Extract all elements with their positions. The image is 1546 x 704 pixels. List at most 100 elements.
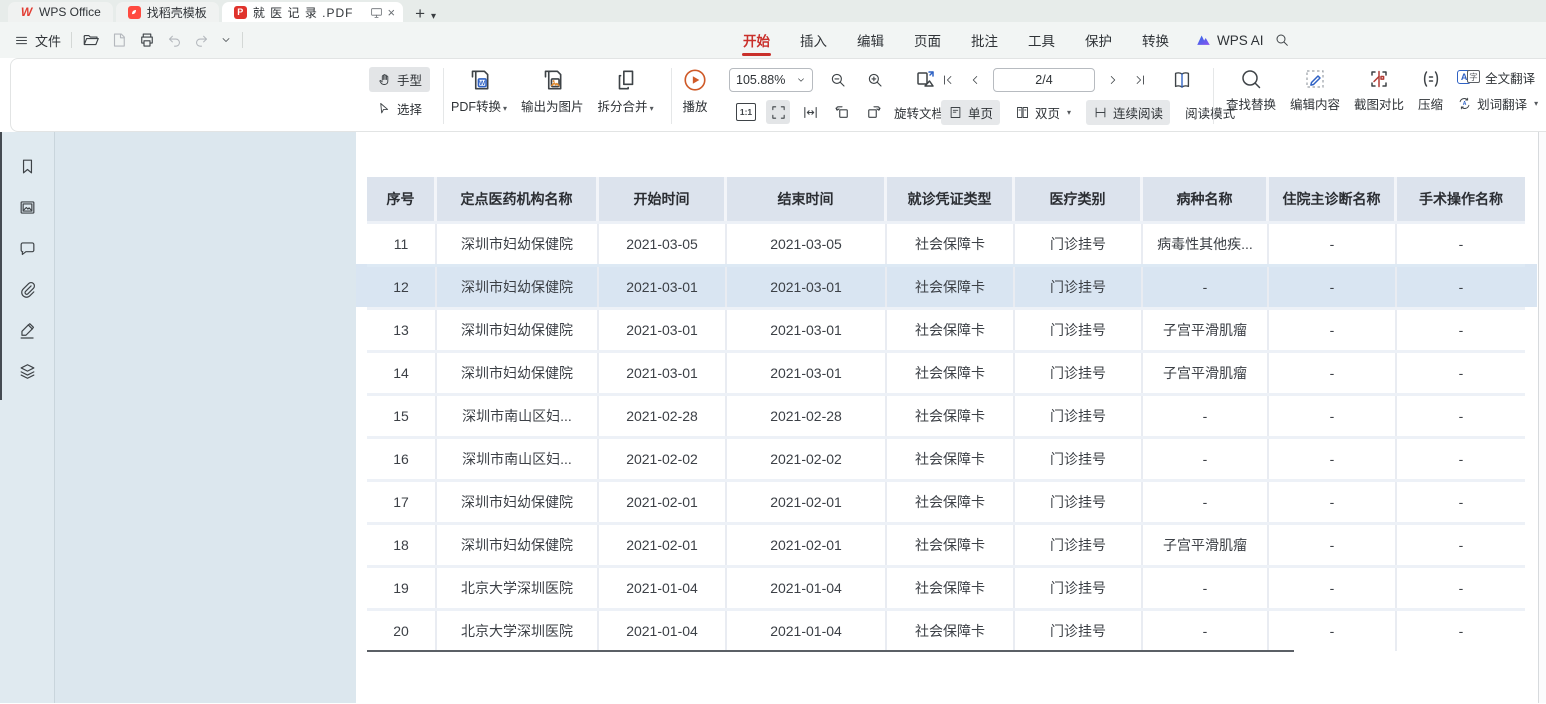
comments-panel-button[interactable] [16,237,38,259]
word-translate-button[interactable]: A 划词翻译 ▾ [1457,94,1538,113]
paperclip-icon [18,280,37,299]
header-cell: 医疗类别 [1015,177,1143,221]
continuous-read-button[interactable]: 连续阅读 [1086,100,1170,125]
continuous-read-icon [1093,105,1108,120]
tab-list-chevron-icon[interactable]: ▾ [431,11,436,22]
wps-ai-button[interactable]: WPS AI [1196,22,1264,58]
zoom-level-select[interactable]: 105.88% [729,68,813,92]
find-replace-button[interactable]: 查找替换 [1226,67,1276,113]
layers-panel-button[interactable] [16,360,38,382]
single-page-button[interactable]: 单页 [941,100,1000,125]
screenshot-compare-button[interactable]: 截图对比 [1354,67,1404,113]
table-header-row: 序号定点医药机构名称开始时间结束时间就诊凭证类型医疗类别病种名称住院主诊断名称手… [367,177,1525,221]
rotate-right-button[interactable] [862,100,886,124]
actual-size-button[interactable]: 1:1 [734,100,758,124]
fit-width-button[interactable] [798,100,822,124]
chevron-down-icon: ▾ [503,104,507,113]
new-tab-button[interactable]: + [415,5,425,22]
first-page-button[interactable] [939,68,957,92]
pdf-convert-button[interactable]: W PDF转换▾ [451,67,507,115]
table-cell: 2021-03-01 [599,267,727,307]
fit-page-button[interactable] [766,100,790,124]
undo-redo-chevron-icon[interactable] [220,34,232,46]
bookmarks-panel-button[interactable] [16,155,38,177]
table-row: 18深圳市妇幼保健院2021-02-012021-02-01社会保障卡门诊挂号子… [367,522,1525,565]
menu-tab-insert[interactable]: 插入 [785,22,842,58]
tab-docer-templates[interactable]: 找稻壳模板 [116,2,219,22]
undo-button[interactable] [166,32,183,49]
header-cell: 序号 [367,177,437,221]
monitor-icon[interactable] [369,5,383,19]
search-icon[interactable] [1274,32,1290,48]
table-cell: 2021-03-05 [727,224,887,264]
tab-document-pdf[interactable]: P 就 医 记 录 .PDF × [222,2,403,22]
header-cell: 住院主诊断名称 [1269,177,1397,221]
table-row: 15深圳市南山区妇...2021-02-282021-02-28社会保障卡门诊挂… [367,393,1525,436]
pdf-page[interactable]: 序号定点医药机构名称开始时间结束时间就诊凭证类型医疗类别病种名称住院主诊断名称手… [356,132,1538,703]
table-row: 13深圳市妇幼保健院2021-03-012021-03-01社会保障卡门诊挂号子… [367,307,1525,350]
table-cell: - [1143,568,1269,608]
open-file-button[interactable] [82,31,100,49]
fit-width-icon [802,104,819,121]
header-cell: 手术操作名称 [1397,177,1525,221]
navigation-panel[interactable] [55,132,356,703]
previous-page-button[interactable] [966,68,984,92]
table-cell: - [1143,482,1269,522]
compress-button[interactable]: 压缩 [1418,67,1443,113]
close-tab-icon[interactable]: × [387,5,395,20]
select-tool-button[interactable]: 选择 [369,96,430,121]
hamburger-icon [14,33,29,48]
table-cell: 13 [367,310,437,350]
table-cell: 社会保障卡 [887,353,1015,393]
table-cell: 北京大学深圳医院 [437,611,599,651]
full-translate-button[interactable]: A字 全文翻译 [1457,68,1535,87]
redo-button[interactable] [193,32,210,49]
file-menu-button[interactable]: 文件 [14,31,61,50]
split-merge-button[interactable]: 拆分合并▾ [598,67,654,115]
menu-tab-edit[interactable]: 编辑 [842,22,899,58]
menu-tab-convert[interactable]: 转换 [1127,22,1184,58]
hand-tool-button[interactable]: 手型 [369,67,430,92]
signature-panel-button[interactable] [16,319,38,341]
chevron-down-icon: ▾ [1534,99,1538,108]
table-cell: 门诊挂号 [1015,224,1143,264]
full-translate-icon: A字 [1457,70,1480,84]
table-cell: 19 [367,568,437,608]
tab-wps-home[interactable]: W WPS Office [8,2,113,22]
next-page-button[interactable] [1104,68,1122,92]
print-button[interactable] [138,31,156,49]
page-number-input[interactable]: 2/4 [993,68,1095,92]
table-cell: 12 [367,267,437,307]
menu-tab-tools[interactable]: 工具 [1013,22,1070,58]
zoom-out-button[interactable] [826,68,850,92]
menu-tab-home[interactable]: 开始 [728,22,785,58]
table-cell: 深圳市妇幼保健院 [437,267,599,307]
double-page-button[interactable]: 双页 ▾ [1008,100,1078,125]
single-page-icon [948,105,963,120]
table-cell: 深圳市妇幼保健院 [437,224,599,264]
tab-label: 找稻壳模板 [147,4,207,21]
attachments-panel-button[interactable] [16,278,38,300]
find-replace-label: 查找替换 [1226,94,1276,113]
last-page-button[interactable] [1131,68,1149,92]
rotate-left-button[interactable] [830,100,854,124]
continuous-read-label: 连续阅读 [1113,103,1163,122]
rotate-doc-label[interactable]: 旋转文档 [894,103,944,122]
hand-icon [377,72,392,87]
image-icon [18,198,37,217]
table-cell: 门诊挂号 [1015,310,1143,350]
edit-content-button[interactable]: 编辑内容 [1290,67,1340,113]
table-row: 20北京大学深圳医院2021-01-042021-01-04社会保障卡门诊挂号-… [367,608,1525,651]
split-merge-icon [613,67,639,93]
header-cell: 结束时间 [727,177,887,221]
zoom-in-button[interactable] [863,68,887,92]
table-row: 11深圳市妇幼保健院2021-03-052021-03-05社会保障卡门诊挂号病… [367,221,1525,264]
save-button[interactable] [110,31,128,49]
menu-tab-protect[interactable]: 保护 [1070,22,1127,58]
menu-tab-comment[interactable]: 批注 [956,22,1013,58]
menu-tab-page[interactable]: 页面 [899,22,956,58]
vertical-scrollbar[interactable] [1538,132,1546,703]
thumbnails-panel-button[interactable] [16,196,38,218]
divider [1213,68,1214,124]
export-as-image-button[interactable]: 输出为图片 [521,67,584,115]
